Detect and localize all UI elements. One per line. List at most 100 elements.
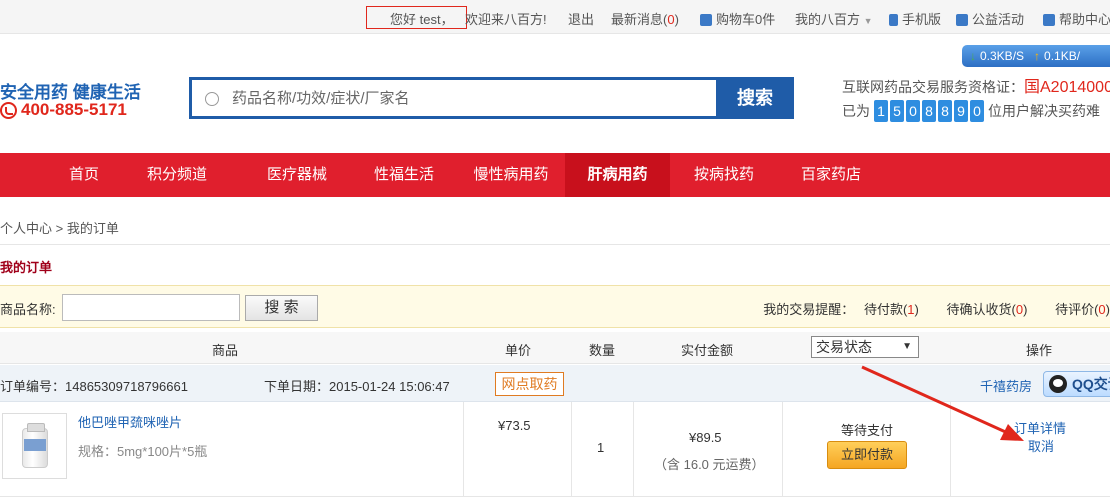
order-date: 下单日期：2015-01-24 15:06:47 xyxy=(264,379,450,394)
mobile-label: 手机版 xyxy=(902,12,942,27)
help-icon xyxy=(1043,14,1055,26)
product-thumbnail[interactable] xyxy=(2,413,67,479)
cart-label: 购物车0件 xyxy=(716,12,776,27)
cell-divider xyxy=(782,402,783,497)
order-filter-bar: 商品名称: 搜 索 我的交易提醒： 待付款(1) 待确认收货(0) 待评价(0) xyxy=(0,285,1110,328)
counter-suffix: 位用户解决买药难 xyxy=(988,103,1100,119)
product-spec: 规格：5mg*100片*5瓶 xyxy=(78,444,208,459)
news-close: ) xyxy=(674,12,679,27)
product-name-link[interactable]: 他巴唑甲巯咪唑片 xyxy=(78,412,182,431)
logout-link[interactable]: 退出 xyxy=(568,9,594,28)
orders-table-header: 商品 单价 数量 实付金额 交易状态 ▼ 操作 xyxy=(0,332,1110,364)
charity-link[interactable]: 公益活动 xyxy=(956,9,1024,28)
nav-item-points[interactable]: 积分频道 xyxy=(139,153,215,197)
charity-icon xyxy=(956,14,968,26)
reminder-pending-payment[interactable]: 待付款(1) xyxy=(864,302,919,317)
charity-label: 公益活动 xyxy=(972,12,1025,27)
counter-digit: 5 xyxy=(890,100,904,122)
nav-item-liver-disease[interactable]: 肝病用药 xyxy=(565,153,670,197)
greeting-text: 您好 test， xyxy=(390,12,454,27)
filter-search-button[interactable]: 搜 索 xyxy=(245,295,318,321)
page-title: 我的订单 xyxy=(0,260,53,275)
counter-digit: 0 xyxy=(970,100,984,122)
status-filter-value: 交易状态 xyxy=(816,339,872,355)
col-paid-amount: 实付金额 xyxy=(681,343,734,358)
cart-icon xyxy=(700,14,712,26)
search-button[interactable]: 搜索 xyxy=(716,77,794,119)
qq-chat-label: QQ交谈 xyxy=(1072,376,1110,392)
license-number: 国A2014000 xyxy=(1024,79,1110,96)
news-link[interactable]: 最新消息(0) xyxy=(611,9,679,28)
counter-digit: 8 xyxy=(922,100,936,122)
user-counter: 已为 1 5 0 8 8 9 0 位用户解决买药难 xyxy=(842,100,1100,122)
product-name-label: 商品名称: xyxy=(0,302,56,317)
counter-digit: 0 xyxy=(906,100,920,122)
mobile-icon xyxy=(889,14,898,26)
quantity-value: 1 xyxy=(597,440,605,455)
news-label: 最新消息( xyxy=(611,12,668,27)
search-input[interactable] xyxy=(232,86,712,110)
col-quantity: 数量 xyxy=(589,343,616,358)
counter-digit: 9 xyxy=(954,100,968,122)
breadcrumb[interactable]: 个人中心 > 我的订单 xyxy=(0,218,119,237)
cancel-order-link[interactable]: 取消 xyxy=(1028,436,1054,455)
nav-item-pharmacies[interactable]: 百家药店 xyxy=(793,153,869,197)
divider xyxy=(0,244,1110,245)
shipping-fee: （含 16.0 元运费） xyxy=(654,457,765,472)
nav-item-medical-devices[interactable]: 医疗器械 xyxy=(259,153,335,197)
cell-divider xyxy=(950,402,951,497)
cart-link[interactable]: 购物车0件 xyxy=(700,9,775,28)
top-bar: 您好 test， 欢迎来八百方! 退出 最新消息(0) 购物车0件 我的八百方 … xyxy=(0,0,1110,34)
reminder-pending-review[interactable]: 待评价(0) xyxy=(1055,302,1110,317)
order-number: 订单编号：14865309718796661 xyxy=(0,379,188,394)
caret-down-icon: ▼ xyxy=(902,341,912,352)
reminder-pending-receipt[interactable]: 待确认收货(0) xyxy=(947,302,1028,317)
search-icon xyxy=(205,92,219,106)
hotline-number: 400-885-5171 xyxy=(21,100,127,119)
qq-chat-button[interactable]: QQ交谈 xyxy=(1043,371,1110,397)
unit-price: ¥73.5 xyxy=(498,418,531,433)
upload-speed: 0.1KB/ xyxy=(1044,49,1081,63)
pickup-badge: 网点取药 xyxy=(495,372,564,396)
nav-item-sexual-health[interactable]: 性福生活 xyxy=(366,153,442,197)
reminder-label: 我的交易提醒： xyxy=(763,302,855,317)
store-link[interactable]: 千禧药房 xyxy=(980,376,1032,395)
counter-digit: 8 xyxy=(938,100,952,122)
paid-amount: ¥89.5 xyxy=(689,430,722,445)
upload-arrow-icon: ↑ xyxy=(1034,49,1041,63)
download-arrow-icon: ↓ xyxy=(970,49,976,63)
col-unit-price: 单价 xyxy=(505,343,532,358)
pay-now-button[interactable]: 立即付款 xyxy=(827,441,907,469)
mobile-link[interactable]: 手机版 xyxy=(889,9,941,28)
network-speed-widget: ↓ 0.3KB/S ↑ 0.1KB/ xyxy=(962,45,1110,67)
order-status: 等待支付 xyxy=(841,423,894,438)
trade-reminders: 我的交易提醒： 待付款(1) 待确认收货(0) 待评价(0) xyxy=(763,299,1110,318)
phone-icon xyxy=(0,101,17,119)
download-speed: 0.3KB/S xyxy=(980,49,1025,63)
counter-digit: 1 xyxy=(874,100,888,122)
nav-item-chronic-disease[interactable]: 慢性病用药 xyxy=(466,153,556,197)
counter-prefix: 已为 xyxy=(842,103,870,119)
order-detail-link[interactable]: 订单详情 xyxy=(1014,418,1066,437)
medicine-bottle-image xyxy=(22,423,48,468)
hotline: 400-885-5171 xyxy=(0,100,127,120)
col-product: 商品 xyxy=(212,343,239,358)
welcome-text: 欢迎来八百方! xyxy=(465,12,547,27)
nav-item-find-by-disease[interactable]: 按病找药 xyxy=(686,153,762,197)
cell-divider xyxy=(633,402,634,497)
status-filter-select[interactable]: 交易状态 ▼ xyxy=(811,336,919,358)
search-box: 搜索 xyxy=(189,77,794,119)
cell-divider xyxy=(571,402,572,497)
help-link[interactable]: 帮助中心 xyxy=(1043,9,1110,28)
product-name-input[interactable] xyxy=(62,294,240,321)
license-info: 互联网药品交易服务资格证：国A2014000 xyxy=(842,73,1110,97)
my-account-menu[interactable]: 我的八百方 ▼ xyxy=(795,9,873,28)
my-account-label: 我的八百方 xyxy=(795,12,861,27)
col-action: 操作 xyxy=(1026,343,1053,358)
help-label: 帮助中心 xyxy=(1059,12,1110,27)
cell-divider xyxy=(463,402,464,497)
order-header-row: 订单编号：14865309718796661 下单日期：2015-01-24 1… xyxy=(0,365,1110,402)
qq-icon xyxy=(1049,375,1067,393)
news-count: 0 xyxy=(667,12,675,27)
nav-item-home[interactable]: 首页 xyxy=(46,153,122,197)
